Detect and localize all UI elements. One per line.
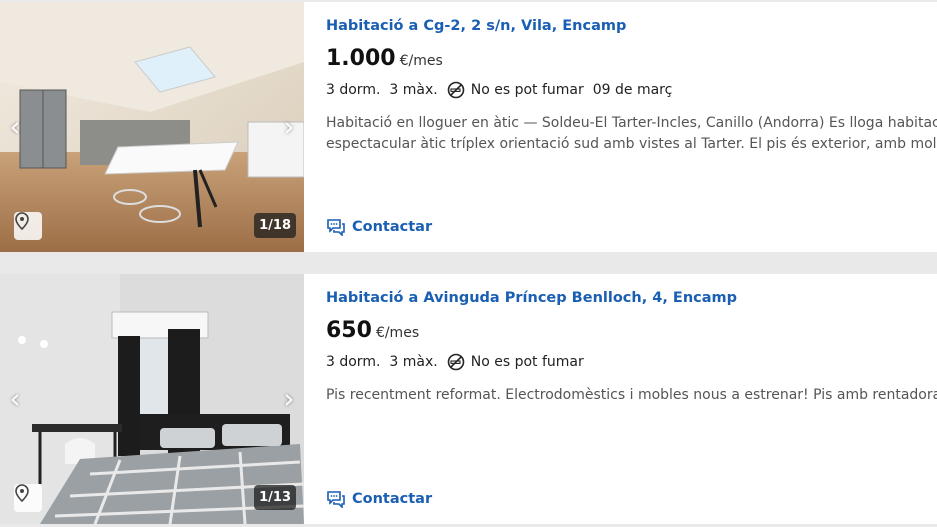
description-line: Habitació en lloguer en àtic — Soldeu-El… bbox=[326, 115, 937, 131]
description-line: espectacular àtic tríplex orientació sud… bbox=[326, 136, 937, 152]
listing-features: 3 dorm. 3 màx. No es pot fumar 09 de mar… bbox=[326, 81, 681, 99]
price-unit: €/mes bbox=[399, 53, 443, 69]
price-unit: €/mes bbox=[375, 325, 420, 341]
map-pin-icon[interactable] bbox=[14, 212, 42, 240]
contact-label: Contactar bbox=[352, 219, 433, 235]
contact-button[interactable]: Contactar bbox=[326, 490, 432, 508]
listing-card[interactable]: ‹ › 1/13 Habitació a Avinguda Príncep Be… bbox=[0, 274, 937, 524]
price-amount: 650 bbox=[326, 318, 372, 343]
map-pin-icon[interactable] bbox=[14, 484, 42, 512]
price-amount: 1.000 bbox=[326, 46, 396, 71]
listing-price: 650 €/mes bbox=[326, 318, 419, 343]
contact-label: Contactar bbox=[352, 491, 433, 507]
chat-icon bbox=[327, 491, 345, 508]
listing-title[interactable]: Habitació a Cg-2, 2 s/n, Vila, Encamp bbox=[326, 18, 626, 34]
bedrooms: 3 dorm. bbox=[326, 82, 381, 98]
smoking-policy: No es pot fumar bbox=[470, 354, 584, 370]
photo-counter: 1/13 bbox=[254, 485, 296, 510]
listing-features: 3 dorm. 3 màx. No es pot fumar bbox=[326, 353, 593, 371]
listing-photo[interactable]: ‹ › 1/13 bbox=[0, 274, 304, 524]
listing-date: 09 de març bbox=[592, 82, 673, 98]
chevron-left-icon[interactable]: ‹ bbox=[4, 110, 26, 144]
listing-card[interactable]: ‹ › 1/18 Habitació a Cg-2, 2 s/n, Vila, … bbox=[0, 2, 937, 252]
no-smoking-icon bbox=[447, 81, 465, 99]
smoking-policy: No es pot fumar bbox=[470, 82, 584, 98]
chevron-right-icon[interactable]: › bbox=[278, 382, 300, 416]
bedrooms: 3 dorm. bbox=[326, 354, 381, 370]
listing-description[interactable]: Habitació en lloguer en àtic — Soldeu-El… bbox=[326, 113, 937, 155]
chat-icon bbox=[327, 219, 345, 236]
max-occupancy: 3 màx. bbox=[389, 354, 438, 370]
photo-counter: 1/18 bbox=[254, 213, 296, 238]
contact-button[interactable]: Contactar bbox=[326, 218, 432, 236]
max-occupancy: 3 màx. bbox=[389, 82, 438, 98]
listing-description[interactable]: Pis recentment reformat. Electrodomèstic… bbox=[326, 385, 937, 406]
description-line: Pis recentment reformat. Electrodomèstic… bbox=[326, 387, 937, 403]
listing-price: 1.000 €/mes bbox=[326, 46, 443, 71]
no-smoking-icon bbox=[447, 353, 465, 371]
chevron-right-icon[interactable]: › bbox=[278, 110, 300, 144]
chevron-left-icon[interactable]: ‹ bbox=[4, 382, 26, 416]
listing-photo[interactable]: ‹ › 1/18 bbox=[0, 2, 304, 252]
listing-title[interactable]: Habitació a Avinguda Príncep Benlloch, 4… bbox=[326, 290, 737, 306]
